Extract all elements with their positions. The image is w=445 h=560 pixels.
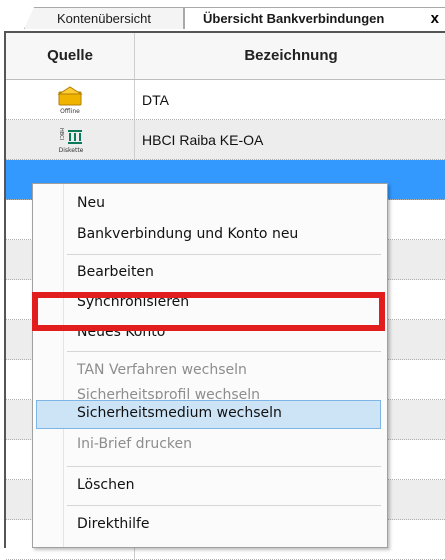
source-cell: HBCI Diskette — [6, 120, 135, 159]
menu-item-ini-brief-drucken[interactable]: Ini-Brief drucken — [77, 436, 192, 452]
connection-name: DTA — [142, 92, 169, 108]
connection-name: HBCI Raiba KE-OA — [142, 132, 264, 148]
column-header-quelle[interactable]: Quelle — [6, 33, 135, 79]
table-row[interactable]: Offline DTA — [6, 80, 445, 120]
menu-separator — [67, 254, 381, 255]
hbci-caption: HBCI — [58, 128, 64, 140]
menu-item-direkthilfe[interactable]: Direkthilfe — [77, 516, 150, 532]
menu-separator — [67, 505, 381, 506]
table-row[interactable]: HBCI Diskette HBCI Raiba KE-OA — [6, 120, 445, 160]
menu-separator — [67, 466, 381, 467]
menu-item-loeschen[interactable]: Löschen — [77, 477, 134, 493]
table-header: Quelle Bezeichnung — [6, 33, 445, 80]
source-cell: Offline — [6, 80, 135, 119]
tab-uebersicht-bankverbindungen[interactable]: Übersicht Bankverbindungen x — [184, 7, 445, 29]
menu-item-sicherheitsmedium-wechseln[interactable]: Sicherheitsmedium wechseln — [77, 405, 282, 421]
menu-item-bearbeiten[interactable]: Bearbeiten — [77, 264, 154, 280]
context-menu: Neu Bankverbindung und Konto neu Bearbei… — [32, 183, 388, 548]
tab-kontenuebersicht[interactable]: Kontenübersicht — [24, 7, 184, 29]
offline-caption: Offline — [60, 108, 80, 115]
column-header-bezeichnung[interactable]: Bezeichnung — [135, 33, 445, 79]
menu-icon-gutter — [63, 184, 64, 547]
tab-label: Kontenübersicht — [57, 11, 151, 26]
menu-item-tan-verfahren-wechseln[interactable]: TAN Verfahren wechseln — [77, 362, 247, 378]
tab-bar: Kontenübersicht Übersicht Bankverbindung… — [0, 0, 445, 30]
diskette-caption: Diskette — [59, 147, 84, 154]
menu-separator — [67, 351, 381, 352]
offline-icon: Offline — [57, 86, 83, 115]
menu-item-sicherheitsprofil-wechseln[interactable]: Sicherheitsprofil wechseln — [77, 387, 260, 399]
hbci-diskette-icon: HBCI Diskette — [58, 128, 84, 154]
highlight-annotation-box — [32, 292, 385, 331]
close-tab-icon[interactable]: x — [431, 8, 439, 30]
menu-item-bankverbindung-und-konto-neu[interactable]: Bankverbindung und Konto neu — [77, 226, 298, 242]
menu-item-neu[interactable]: Neu — [77, 195, 105, 211]
tab-label: Übersicht Bankverbindungen — [203, 11, 385, 26]
